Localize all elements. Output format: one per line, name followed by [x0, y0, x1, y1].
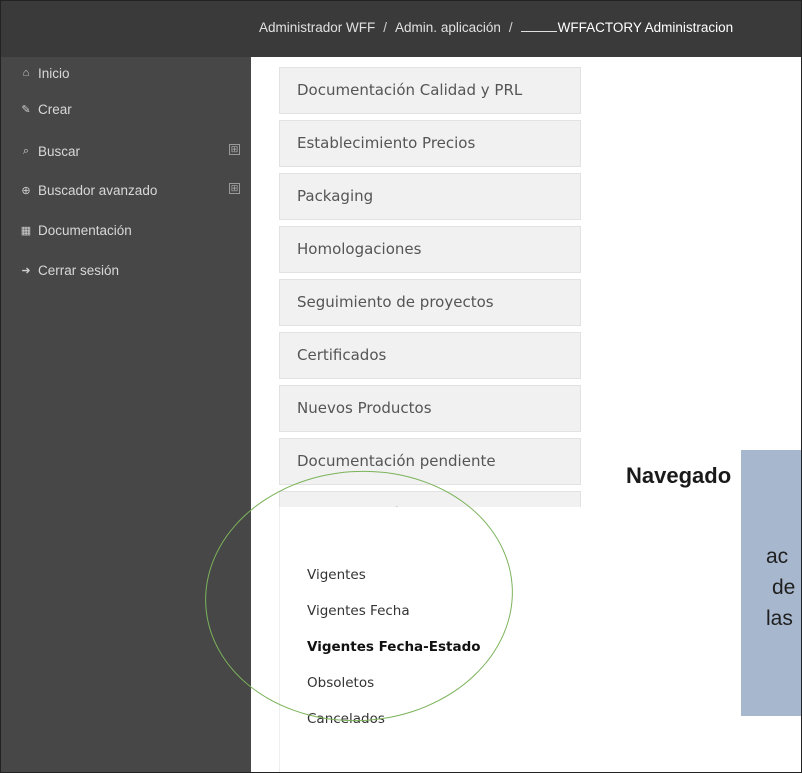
breadcrumb-current: WFFACTORY Administracion	[557, 20, 734, 35]
callout-line: las	[766, 607, 793, 630]
sidebar-item-label: Inicio	[38, 65, 70, 81]
sidebar: ⌂ Inicio ✎ Crear ⌕ Buscar ⊞ ⊕ Buscador a…	[1, 57, 251, 772]
sidebar-item-inicio[interactable]: ⌂ Inicio	[19, 63, 244, 83]
grid-icon: ▦	[20, 224, 32, 237]
callout-line: de	[772, 576, 796, 599]
top-bar: Administrador WFF / Admin. aplicación / WFFA…	[1, 1, 801, 57]
app-window: Administrador WFF / Admin. aplicación / WFFA…	[0, 0, 802, 773]
main-content: Documentación Calidad y PRL Establecimie…	[251, 57, 801, 772]
menu-item-establecimiento-precios[interactable]: Establecimiento Precios	[279, 120, 581, 167]
breadcrumb-underline	[520, 21, 557, 32]
sidebar-item-label: Documentación	[38, 222, 132, 238]
sidebar-item-label: Buscador avanzado	[38, 182, 158, 198]
callout-title: Navegado	[626, 463, 732, 488]
sidebar-item-cerrar-sesion[interactable]: ➜ Cerrar sesión	[19, 260, 244, 280]
submenu-item-vigentes[interactable]: Vigentes	[307, 567, 366, 583]
sidebar-item-buscador-avanzado[interactable]: ⊕ Buscador avanzado ⊞	[19, 180, 244, 200]
breadcrumb-admin-aplicacion[interactable]: Admin. aplicación	[395, 20, 501, 35]
administracion-submenu: Vigentes Vigentes Fecha Vigentes Fecha-E…	[279, 507, 582, 772]
menu-item-certificados[interactable]: Certificados	[279, 332, 581, 379]
submenu-item-vigentes-fecha[interactable]: Vigentes Fecha	[307, 603, 410, 619]
edit-icon: ✎	[21, 103, 31, 116]
menu-item-documentacion-pendiente[interactable]: Documentación pendiente	[279, 438, 581, 485]
advanced-search-icon: ⊕	[21, 184, 31, 197]
sidebar-item-label: Buscar	[38, 143, 81, 159]
callout-line: ac	[766, 545, 789, 568]
sidebar-item-buscar[interactable]: ⌕ Buscar ⊞	[19, 141, 244, 161]
search-icon: ⌕	[22, 144, 30, 157]
menu-item-homologaciones[interactable]: Homologaciones	[279, 226, 581, 273]
home-icon: ⌂	[22, 67, 30, 79]
sidebar-item-label: Cerrar sesión	[38, 262, 120, 278]
sidebar-item-crear[interactable]: ✎ Crear	[19, 99, 244, 119]
sidebar-item-label: Crear	[38, 101, 72, 117]
sign-out-icon: ➜	[21, 264, 31, 277]
menu-item-seguimiento-proyectos[interactable]: Seguimiento de proyectos	[279, 279, 581, 326]
breadcrumb-separator: /	[508, 20, 513, 35]
expand-icon[interactable]: ⊞	[229, 144, 240, 155]
menu-item-packaging[interactable]: Packaging	[279, 173, 581, 220]
expand-icon[interactable]: ⊞	[229, 183, 240, 194]
submenu-item-obsoletos[interactable]: Obsoletos	[307, 675, 374, 691]
submenu-item-vigentes-fecha-estado[interactable]: Vigentes Fecha-Estado	[307, 639, 481, 655]
menu-item-nuevos-productos[interactable]: Nuevos Productos	[279, 385, 581, 432]
submenu-item-cancelados[interactable]: Cancelados	[307, 711, 385, 727]
breadcrumb-separator: /	[383, 20, 388, 35]
breadcrumb-administrador[interactable]: Administrador WFF	[259, 20, 375, 35]
sidebar-item-documentacion[interactable]: ▦ Documentación	[19, 220, 244, 240]
breadcrumb: Administrador WFF / Admin. aplicación / WFFA…	[259, 20, 733, 35]
menu-item-documentacion-calidad[interactable]: Documentación Calidad y PRL	[279, 67, 581, 114]
